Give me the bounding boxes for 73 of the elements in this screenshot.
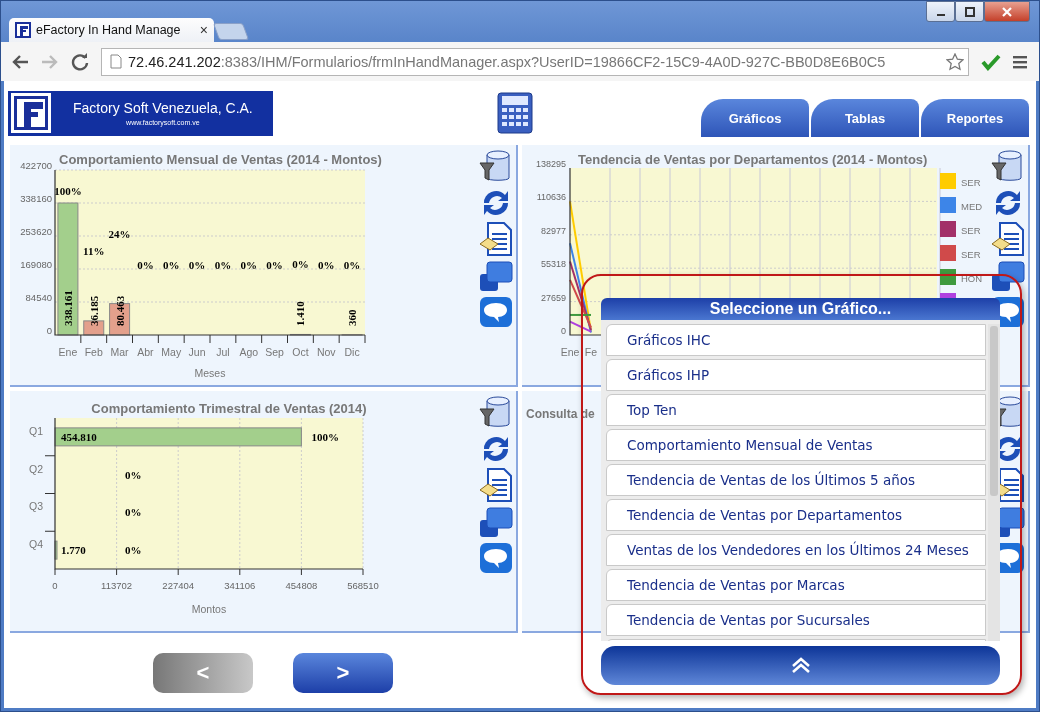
axis-tick-label: 253620 bbox=[20, 226, 52, 237]
legend-label: SER bbox=[961, 225, 981, 236]
legend-label: SER bbox=[961, 177, 981, 188]
chart-title: Comportamiento Trimestral de Ventas (2014) bbox=[91, 401, 367, 416]
axis-tick-label: Nov bbox=[316, 346, 336, 358]
percent-label: 11% bbox=[83, 244, 105, 257]
axis-tick-label: 138295 bbox=[535, 159, 566, 169]
axis-tick-label: 110636 bbox=[536, 192, 566, 203]
chart-title: Comportamiento Mensual de Ventas (2014 - Montos) bbox=[59, 152, 382, 167]
axis-tick-label: 27659 bbox=[540, 292, 566, 303]
percent-label: 0% bbox=[214, 259, 232, 271]
percent-label: 100% bbox=[311, 430, 339, 443]
popup-title: Seleccione un Gráfico... bbox=[601, 298, 1000, 320]
legend-label: HON bbox=[961, 273, 983, 284]
axis-tick-label: May bbox=[161, 346, 182, 358]
axis-tick-label: Ene bbox=[560, 346, 580, 358]
percent-label: 100% bbox=[54, 185, 82, 197]
axis-tick-label: 0 bbox=[561, 326, 566, 336]
percent-label: 0% bbox=[137, 259, 154, 271]
axis-tick-label: 84540 bbox=[25, 292, 52, 303]
axis-tick-label: 113702 bbox=[101, 580, 133, 591]
percent-label: 0% bbox=[188, 259, 206, 271]
percent-label: 0% bbox=[292, 258, 309, 271]
axis-tick-label: Fe bbox=[584, 346, 598, 358]
axis-tick-label: 338160 bbox=[20, 193, 52, 204]
tab-title: eFactory In Hand Manage bbox=[36, 23, 181, 37]
axis-tick-label: 341106 bbox=[224, 580, 256, 591]
percent-label: 0% bbox=[240, 259, 257, 271]
axis-tick-label: 568510 bbox=[347, 580, 379, 591]
axis-tick-label: Oct bbox=[292, 346, 309, 358]
axis-tick-label: Ene bbox=[58, 346, 78, 358]
value-label: 338.161 bbox=[61, 290, 74, 326]
value-label: 1.410 bbox=[294, 301, 307, 326]
axis-tick-label: Dic bbox=[344, 346, 360, 358]
axis-tick-label: Ago bbox=[239, 346, 259, 358]
legend-label: MED bbox=[961, 201, 983, 212]
axis-tick-label: Mar bbox=[110, 346, 129, 358]
axis-tick-label: Jul bbox=[216, 346, 230, 358]
axis-tick-label: Q3 bbox=[29, 500, 43, 513]
axis-tick-label: Jun bbox=[188, 346, 206, 358]
percent-label: 0% bbox=[125, 544, 142, 557]
axis-title: Meses bbox=[194, 367, 226, 379]
axis-tick-label: 82977 bbox=[540, 225, 566, 236]
percent-label: 0% bbox=[125, 506, 142, 519]
percent-label: 0% bbox=[163, 259, 180, 271]
axis-tick-label: Feb bbox=[84, 346, 103, 358]
percent-label: 0% bbox=[266, 259, 283, 271]
axis-tick-label: 0 bbox=[46, 325, 52, 336]
axis-tick-label: Abr bbox=[137, 346, 154, 358]
value-label: 36.185 bbox=[87, 295, 100, 326]
value-label: 80.463 bbox=[113, 295, 126, 326]
axis-tick-label: Q1 bbox=[29, 424, 43, 437]
value-label: 1.770 bbox=[61, 544, 86, 557]
company-name: Factory Soft Venezuela, C.A. bbox=[73, 100, 253, 116]
chart-title: Tendencia de Ventas por Departamentos (2014 - Montos) bbox=[578, 152, 928, 167]
percent-label: 24% bbox=[108, 227, 131, 240]
axis-title: Montos bbox=[191, 603, 227, 615]
percent-label: 0% bbox=[318, 259, 335, 271]
percent-label: 0% bbox=[343, 258, 361, 271]
axis-tick-label: 0 bbox=[52, 580, 58, 591]
percent-label: 0% bbox=[125, 468, 142, 481]
url-text: 72.46.241.202:8383/IHM/Formularios/frmInHandManager.aspx?UserID=19866CF2-15C9-4A0D-927C-BB0D8E6B0C5 bbox=[128, 53, 887, 70]
axis-tick-label: 454808 bbox=[285, 580, 318, 591]
axis-tick-label: Q4 bbox=[29, 538, 43, 551]
axis-tick-label: 422700 bbox=[20, 160, 52, 171]
value-label: 454.810 bbox=[61, 430, 97, 443]
axis-tick-label: Q2 bbox=[29, 462, 43, 475]
axis-tick-label: Sep bbox=[265, 346, 284, 358]
axis-tick-label: 55318 bbox=[540, 259, 566, 270]
axis-tick-label: 227404 bbox=[162, 580, 195, 591]
axis-tick-label: 169080 bbox=[20, 259, 52, 270]
value-label: 360 bbox=[346, 309, 359, 326]
legend-label: SER bbox=[961, 249, 981, 260]
